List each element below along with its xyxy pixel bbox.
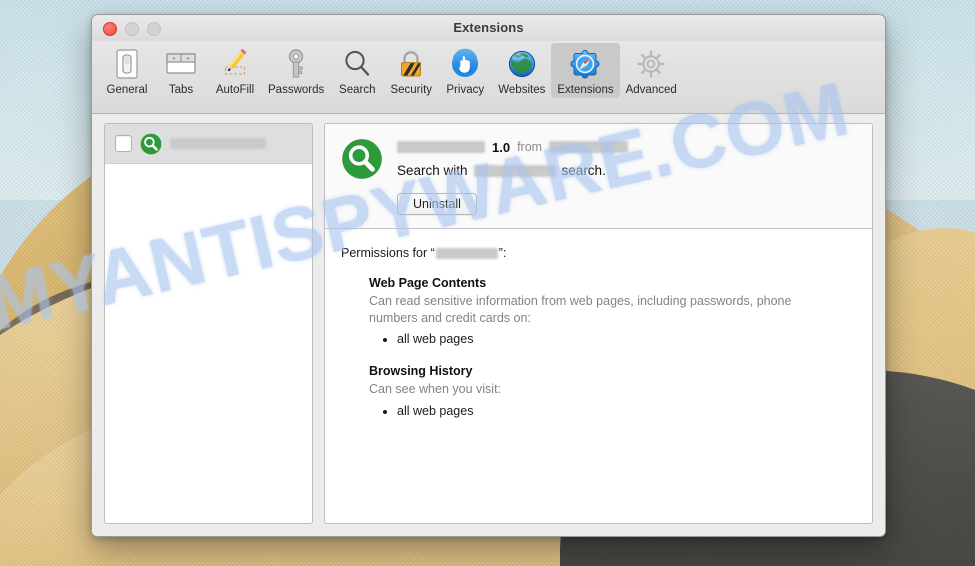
from-label: from (517, 140, 542, 154)
toolbar-item-search[interactable]: Search (330, 43, 384, 98)
toolbar-item-passwords[interactable]: Passwords (262, 43, 330, 98)
toolbar-label-tabs: Tabs (169, 84, 193, 96)
list-item: all web pages (397, 403, 856, 420)
permission-group-title: Web Page Contents (369, 276, 856, 290)
extension-description: Search with search. (397, 163, 856, 178)
extension-title-row: 1.0 from (397, 139, 856, 155)
toolbar-label-security: Security (390, 84, 432, 96)
permission-group-items: all web pages (369, 403, 856, 420)
extension-header: 1.0 from Search with search. Uninstall (325, 124, 872, 229)
toolbar-label-websites: Websites (498, 84, 545, 96)
toolbar-item-security[interactable]: Security (384, 43, 438, 98)
window-titlebar: Extensions (92, 15, 885, 41)
close-button[interactable] (103, 22, 117, 36)
extension-version: 1.0 (492, 140, 510, 155)
green-search-extension-icon (140, 133, 162, 155)
permission-group-items: all web pages (369, 331, 856, 348)
list-item[interactable] (105, 124, 312, 164)
toolbar-label-autofill: AutoFill (216, 84, 254, 96)
toolbar-item-autofill[interactable]: AutoFill (208, 43, 262, 98)
permissions-prefix: Permissions for “ (341, 246, 435, 260)
toolbar-item-privacy[interactable]: Privacy (438, 43, 492, 98)
maximize-button[interactable] (147, 22, 161, 36)
toolbar-label-general: General (107, 84, 148, 96)
description-name-redacted (474, 165, 556, 177)
extension-name-redacted (397, 141, 485, 153)
safari-preferences-window: Extensions General × + (91, 14, 886, 537)
preferences-body: 1.0 from Search with search. Uninstall P… (92, 114, 885, 537)
toolbar-item-advanced[interactable]: Advanced (620, 43, 683, 98)
list-item: all web pages (397, 331, 856, 348)
extensions-list[interactable] (104, 123, 313, 524)
puzzle-compass-icon (567, 46, 603, 82)
extension-header-text: 1.0 from Search with search. Uninstall (397, 138, 856, 215)
permissions-section: Permissions for “ ”: Web Page Contents C… (325, 229, 872, 523)
green-search-extension-icon (341, 138, 383, 180)
toolbar-item-general[interactable]: General (100, 43, 154, 98)
traffic-lights (103, 22, 161, 36)
toolbar-label-passwords: Passwords (268, 84, 324, 96)
uninstall-button[interactable]: Uninstall (397, 193, 477, 215)
minimize-button[interactable] (125, 22, 139, 36)
toolbar-label-advanced: Advanced (626, 84, 677, 96)
extension-detail-pane: 1.0 from Search with search. Uninstall P… (324, 123, 873, 524)
toolbar-item-extensions[interactable]: Extensions (551, 43, 619, 98)
permission-group-web-page-contents: Web Page Contents Can read sensitive inf… (369, 276, 856, 348)
toolbar-label-privacy: Privacy (446, 84, 484, 96)
permissions-heading: Permissions for “ ”: (341, 246, 856, 260)
permission-group-description: Can read sensitive information from web … (369, 293, 801, 326)
description-suffix: search. (562, 163, 606, 178)
key-icon (278, 46, 314, 82)
toolbar-item-websites[interactable]: Websites (492, 43, 551, 98)
lock-icon (393, 46, 429, 82)
tabs-icon: × + (163, 46, 199, 82)
permissions-name-redacted (436, 248, 498, 259)
gear-icon (633, 46, 669, 82)
toolbar-item-tabs[interactable]: × + Tabs (154, 43, 208, 98)
extension-publisher-redacted (549, 141, 628, 153)
preferences-toolbar: General × + Tabs (92, 41, 885, 114)
magnifier-icon (339, 46, 375, 82)
permission-group-title: Browsing History (369, 364, 856, 378)
permission-group-browsing-history: Browsing History Can see when you visit:… (369, 364, 856, 420)
general-icon (109, 46, 145, 82)
hand-icon (447, 46, 483, 82)
globe-icon (504, 46, 540, 82)
description-prefix: Search with (397, 163, 468, 178)
autofill-icon (217, 46, 253, 82)
window-title: Extensions (92, 15, 885, 41)
toolbar-label-extensions: Extensions (557, 84, 613, 96)
svg-text:+: + (186, 55, 190, 62)
permission-group-description: Can see when you visit: (369, 381, 801, 398)
permissions-suffix: ”: (499, 246, 507, 260)
toolbar-label-search: Search (339, 84, 375, 96)
extension-name-redacted (170, 138, 266, 149)
svg-text:×: × (172, 55, 176, 62)
extension-enable-checkbox[interactable] (115, 135, 132, 152)
